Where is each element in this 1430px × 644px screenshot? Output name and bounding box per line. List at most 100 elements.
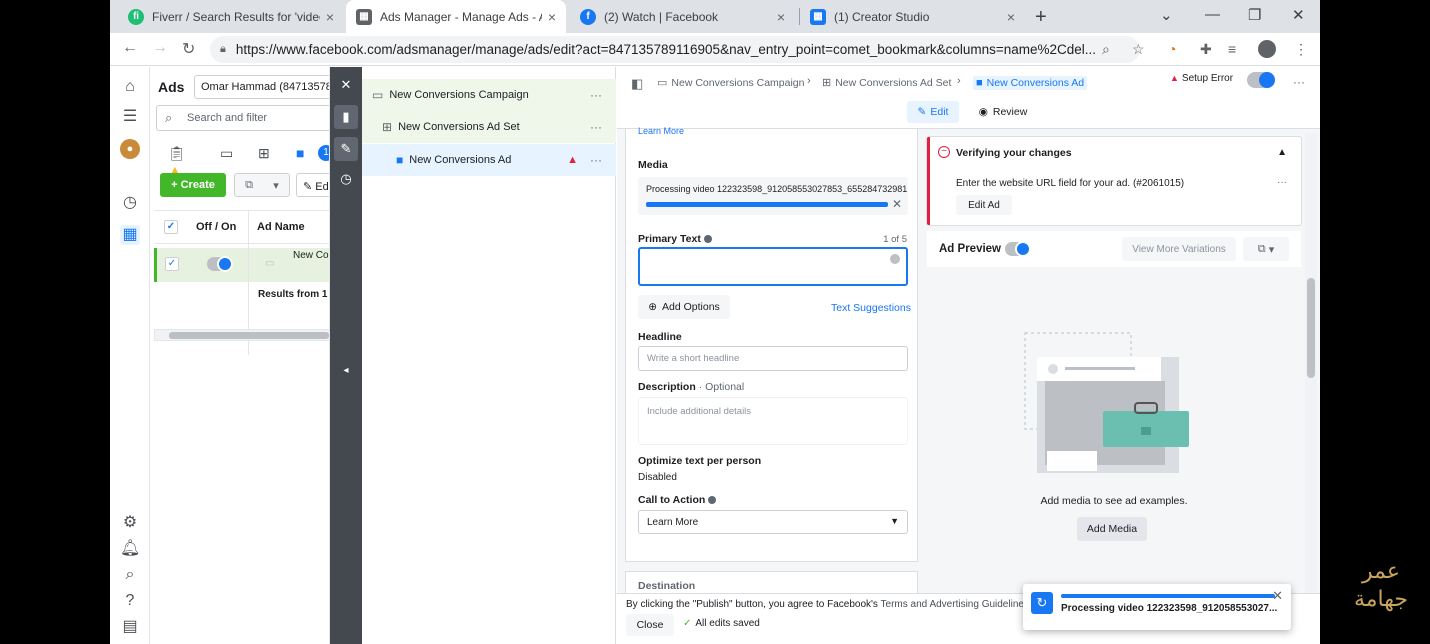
tree-item-ad[interactable]: ■ New Conversions Ad ▲ ··· [362, 144, 616, 176]
reload-icon[interactable]: ↻ [182, 39, 195, 59]
ads-table-icon[interactable]: ▦ [120, 225, 140, 245]
breadcrumb-adset[interactable]: ⊞ New Conversions Ad Set [822, 76, 951, 90]
history-icon[interactable]: ◷ [334, 167, 358, 191]
chevron-right-icon: › [957, 75, 961, 87]
setup-error-badge[interactable]: ▲ Setup Error [1170, 73, 1233, 84]
edit-button[interactable]: ✎ Ed [296, 173, 329, 197]
restore-icon[interactable]: ❐ [1248, 6, 1261, 24]
primary-text-input[interactable] [638, 247, 908, 286]
help-icon[interactable]: ? [120, 591, 140, 611]
more-icon[interactable]: ··· [590, 88, 602, 102]
close-icon[interactable]: ✕ [1272, 588, 1283, 604]
duplicate-button[interactable]: ⧉ ▾ [234, 173, 290, 197]
add-media-button[interactable]: Add Media [1077, 517, 1147, 541]
zoom-icon[interactable]: ⌕ [1102, 41, 1110, 58]
panel-toggle-icon[interactable]: ◧ [631, 76, 643, 92]
horizontal-scrollbar[interactable] [154, 329, 329, 341]
charts-icon[interactable]: ▮ [334, 105, 358, 129]
breadcrumb-label: New Conversions Ad [986, 77, 1085, 89]
table-row[interactable]: ✓ ▭ New Conversions Ad [154, 248, 329, 282]
remove-media-icon[interactable]: ✕ [892, 197, 902, 211]
back-icon[interactable]: ← [122, 39, 138, 57]
hamburger-icon[interactable]: ☰ [120, 107, 140, 127]
puzzle-icon[interactable]: ✚ [1200, 41, 1212, 58]
minimize-icon[interactable]: — [1205, 6, 1220, 23]
menu-icon[interactable]: ⋮ [1294, 41, 1308, 58]
window-close-icon[interactable]: ✕ [1292, 6, 1305, 24]
folder-icon[interactable]: ▭ [220, 145, 242, 163]
close-button[interactable]: Close [626, 614, 674, 636]
edit-ad-button[interactable]: Edit Ad [956, 195, 1012, 215]
warning-icon: ▲ [1170, 73, 1179, 83]
headline-input[interactable]: Write a short headline [638, 346, 908, 371]
notifications-icon[interactable]: 🔔︎ [120, 539, 140, 559]
account-selector[interactable]: Omar Hammad (847135789116905) [194, 75, 329, 99]
share-preview-button[interactable]: ⧉ ▾ [1243, 237, 1289, 261]
more-icon[interactable]: ··· [1277, 177, 1287, 188]
ad-icon[interactable]: ■ [296, 145, 318, 163]
edit-mode-button[interactable]: ✎ Edit [907, 101, 959, 123]
tab-fiverr[interactable]: fi Fiverr / Search Results for 'video × [118, 0, 344, 33]
grid-icon[interactable]: ⊞ [258, 145, 280, 163]
more-icon[interactable]: ··· [590, 153, 602, 167]
new-tab-button[interactable]: + [1035, 6, 1047, 29]
close-icon[interactable]: × [326, 9, 334, 25]
collapse-icon[interactable]: ◂ [334, 359, 358, 383]
ad-status-toggle[interactable] [1247, 72, 1275, 88]
forward-icon[interactable]: → [152, 39, 168, 57]
more-icon[interactable]: ··· [590, 120, 602, 134]
view-more-variations-button[interactable]: View More Variations [1122, 237, 1236, 261]
cta-select[interactable]: Learn More ▼ [638, 510, 908, 534]
clipboard-warning-icon[interactable]: 📋︎▲ [168, 145, 190, 178]
terms-link[interactable]: Terms and Advertising Guidelines [881, 599, 1029, 610]
close-icon[interactable]: × [777, 9, 785, 25]
vertical-scrollbar[interactable] [1305, 133, 1317, 593]
emoji-icon[interactable] [890, 254, 900, 264]
search-input[interactable]: ⌕ Search and filter [156, 105, 329, 131]
address-bar[interactable]: 🔒︎ https://www.facebook.com/adsmanager/m… [210, 36, 1140, 63]
breadcrumb-campaign[interactable]: ▭ New Conversions Campaign [657, 76, 804, 90]
ad-toggle[interactable] [207, 256, 233, 272]
close-icon[interactable]: × [548, 9, 556, 25]
headline-label: Headline [638, 331, 682, 343]
text-suggestions-link[interactable]: Text Suggestions [831, 302, 911, 314]
tree-item-campaign[interactable]: ▭ New Conversions Campaign ··· [362, 79, 616, 111]
tab-creator-studio[interactable]: ▦ (1) Creator Studio × [800, 0, 1025, 33]
bookmark-star-icon[interactable]: ☆ [1132, 41, 1145, 58]
report-icon[interactable]: ▤ [120, 617, 140, 637]
learn-more-link[interactable]: Learn More [638, 126, 684, 136]
edit-pencil-icon[interactable]: ✎ [334, 137, 358, 161]
account-avatar[interactable]: ● [120, 139, 140, 159]
tab-facebook-watch[interactable]: f (2) Watch | Facebook × [570, 0, 795, 33]
profile-avatar[interactable] [1258, 40, 1276, 58]
extension-icon[interactable]: ◔ [1168, 41, 1176, 57]
review-mode-button[interactable]: ◉ Review [973, 101, 1033, 123]
description-input[interactable]: Include additional details [638, 397, 908, 445]
tree-item-adset[interactable]: ⊞ New Conversions Ad Set ··· [362, 111, 616, 143]
media-icon[interactable]: ≡ [1228, 41, 1236, 57]
settings-icon[interactable]: ⚙ [120, 513, 140, 533]
tab-ads-manager[interactable]: ▦ Ads Manager - Manage Ads - Ad × [346, 0, 566, 33]
table-header: ✓ Off / On Ad Name [154, 210, 329, 244]
create-button[interactable]: + Create [160, 173, 226, 197]
info-icon[interactable] [708, 496, 717, 505]
scroll-thumb[interactable] [1307, 278, 1315, 378]
add-options-button[interactable]: ⊕ Add Options [638, 295, 730, 319]
breadcrumb-ad[interactable]: ■ New Conversions Ad [973, 76, 1088, 90]
preview-toggle[interactable] [1005, 241, 1031, 257]
tab-search-icon[interactable]: ⌄ [1160, 6, 1173, 24]
select-all-checkbox[interactable]: ✓ [164, 220, 178, 234]
folder-icon: ▭ [372, 88, 384, 102]
search-icon[interactable]: ⌕ [120, 565, 140, 585]
chevron-up-icon[interactable]: ▲ [1277, 147, 1287, 158]
screen: fi Fiverr / Search Results for 'video × … [110, 0, 1320, 644]
ad-name-cell[interactable]: New Conversions Ad [293, 250, 329, 261]
info-icon[interactable] [703, 235, 712, 244]
row-checkbox[interactable]: ✓ [165, 257, 179, 271]
more-icon[interactable]: ··· [1293, 75, 1305, 89]
close-icon[interactable]: × [1007, 9, 1015, 25]
scroll-thumb[interactable] [169, 332, 329, 339]
home-icon[interactable]: ⌂ [120, 77, 140, 97]
dashboard-icon[interactable]: ◷ [120, 193, 140, 213]
close-editor-icon[interactable]: ✕ [334, 73, 358, 97]
